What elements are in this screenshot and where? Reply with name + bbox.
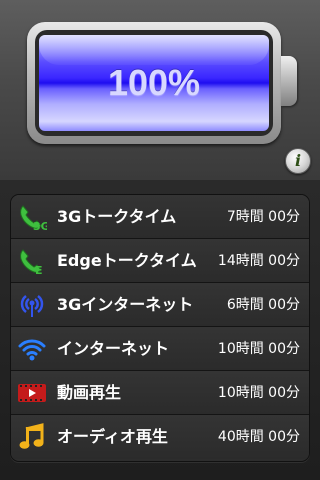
row-value: 6時間 00分: [226, 297, 300, 313]
svg-text:E: E: [35, 264, 43, 276]
battery-well: 100%: [35, 30, 273, 136]
info-icon: i: [294, 151, 302, 170]
row-label: 3Gインターネット: [57, 295, 194, 314]
row-label: オーディオ再生: [57, 427, 168, 446]
list-item: 動画再生 10時間 00分: [11, 371, 309, 415]
row-value: 10時間 00分: [217, 385, 300, 401]
list-item: 3G 3Gトークタイム 7時間 00分: [11, 195, 309, 239]
battery-panel: 100% i: [0, 0, 320, 180]
row-label: インターネット: [57, 339, 170, 358]
music-note-icon: [19, 423, 44, 449]
list-item: E Edgeトークタイム 14時間 00分: [11, 239, 309, 283]
row-label: Edgeトークタイム: [57, 251, 197, 270]
battery-gauge: 100%: [27, 22, 281, 144]
row-value: 14時間 00分: [217, 253, 300, 269]
battery-terminal: [281, 56, 297, 106]
usage-list: 3G 3Gトークタイム 7時間 00分 E Edgeトークタイム 14時間 00…: [10, 194, 310, 462]
row-label: 3Gトークタイム: [57, 207, 177, 226]
phone-3g-icon: 3G: [20, 205, 47, 232]
row-value: 10時間 00分: [217, 341, 300, 357]
list-item: 3Gインターネット 6時間 00分: [11, 283, 309, 327]
list-item: オーディオ再生 40時間 00分: [11, 415, 309, 459]
phone-edge-icon: E: [20, 249, 43, 276]
list-item: インターネット 10時間 00分: [11, 327, 309, 371]
row-label: 動画再生: [57, 383, 122, 402]
svg-text:3G: 3G: [33, 220, 47, 232]
video-film-icon: [18, 384, 46, 402]
antenna-3g-icon: [20, 295, 44, 317]
row-value: 40時間 00分: [217, 429, 300, 445]
battery-percent: 100%: [107, 62, 201, 103]
row-value: 7時間 00分: [226, 209, 300, 225]
info-button[interactable]: i: [285, 148, 311, 174]
wifi-icon: [18, 339, 46, 361]
